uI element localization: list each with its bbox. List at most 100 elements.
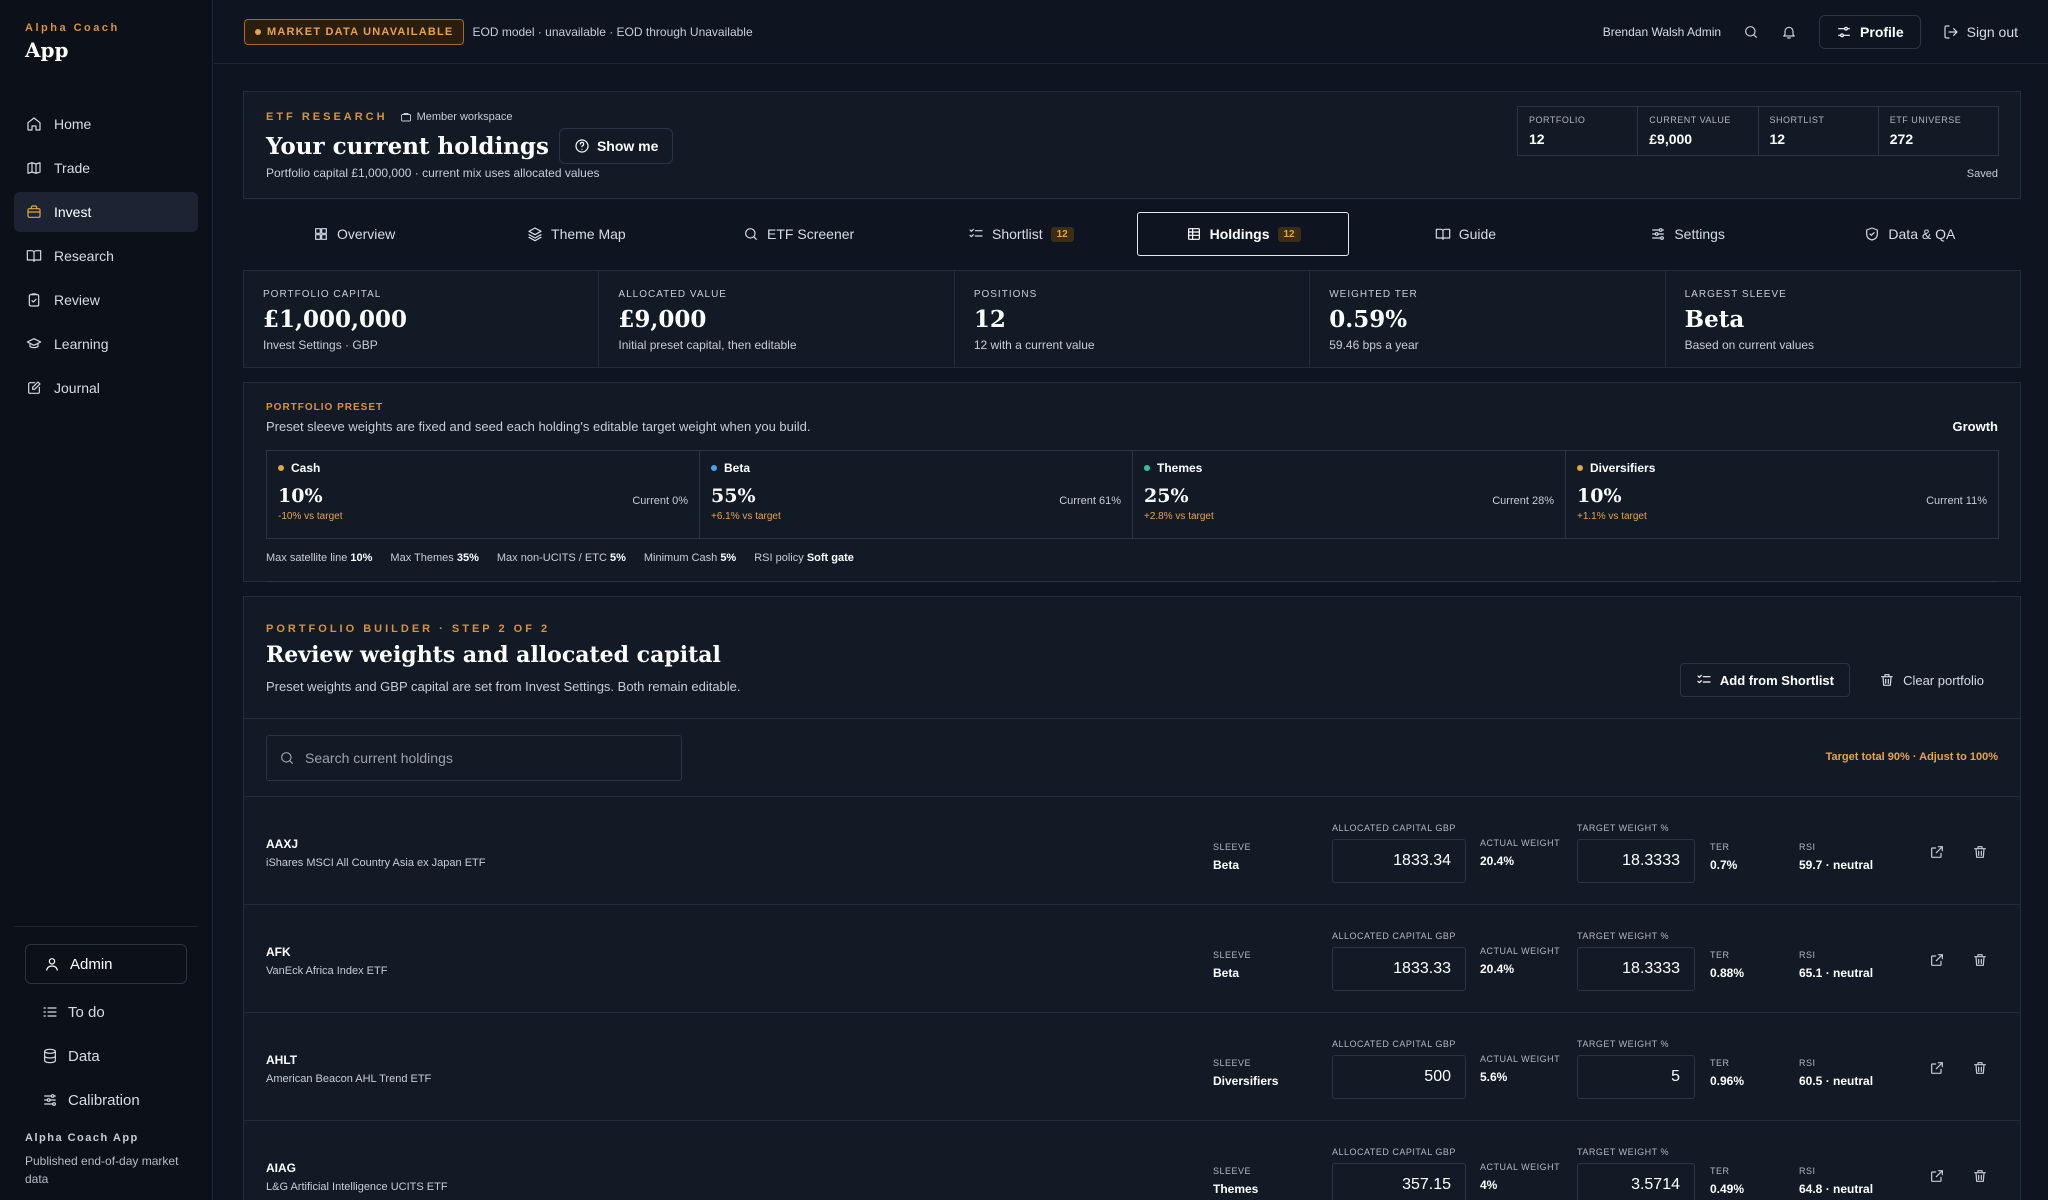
- kpi-note: 59.46 bps a year: [1329, 338, 1419, 352]
- allocated-capital-input[interactable]: [1332, 947, 1466, 991]
- sidebar-item-invest[interactable]: Invest: [14, 192, 198, 232]
- external-link-icon[interactable]: [1929, 1168, 1945, 1184]
- stat-current-value: CURRENT VALUE £9,000: [1638, 107, 1759, 155]
- holding-name: American Beacon AHL Trend ETF: [266, 1073, 432, 1085]
- table-row: AAXJ iShares MSCI All Country Asia ex Ja…: [244, 797, 2020, 905]
- target-weight-input[interactable]: [1577, 1055, 1695, 1099]
- holding-ticker[interactable]: AAXJ: [266, 837, 298, 851]
- tab-theme-map[interactable]: Theme Map: [470, 212, 682, 256]
- limit-value: Soft gate: [806, 552, 854, 564]
- graduation-cap-icon: [26, 336, 42, 352]
- allocated-capital-input[interactable]: [1332, 839, 1466, 883]
- limit-label: Max non-UCITS / ETC: [496, 552, 607, 564]
- sleeve-delta: +6.1% vs target: [711, 511, 781, 522]
- tab-holdings[interactable]: Holdings 12: [1137, 212, 1350, 256]
- sidebar-item-journal[interactable]: Journal: [14, 368, 198, 408]
- kpi-largest-sleeve: LARGEST SLEEVE Beta Based on current val…: [1666, 271, 2020, 367]
- target-weight-cell: TARGET WEIGHT %: [1577, 931, 1695, 991]
- sidebar-item-label: Learning: [54, 336, 109, 352]
- briefcase-icon: [400, 111, 412, 123]
- sidebar-item-todo[interactable]: To do: [42, 990, 140, 1034]
- allocated-capital-input[interactable]: [1332, 1055, 1466, 1099]
- col-label: ACTUAL WEIGHT: [1480, 1054, 1561, 1064]
- tab-data-qa[interactable]: Data & QA: [1804, 212, 2016, 256]
- trash-icon[interactable]: [1972, 1060, 1988, 1076]
- col-label: ACTUAL WEIGHT: [1480, 838, 1561, 848]
- user-icon: [44, 956, 60, 972]
- target-weight-input[interactable]: [1577, 1163, 1695, 1200]
- sleeve-color-dot: [1577, 465, 1583, 471]
- allocated-capital-input[interactable]: [1332, 1163, 1466, 1200]
- search-input[interactable]: [305, 750, 665, 766]
- allocated-capital-cell: ALLOCATED CAPITAL GBP: [1332, 823, 1466, 883]
- ter-value: 0.7%: [1710, 858, 1738, 872]
- tab-settings[interactable]: Settings: [1582, 212, 1794, 256]
- book-open-icon: [1435, 226, 1451, 242]
- summary-stats: PORTFOLIO 12 CURRENT VALUE £9,000 SHORTL…: [1517, 106, 1999, 156]
- trash-icon[interactable]: [1972, 844, 1988, 860]
- sidebar-item-data[interactable]: Data: [42, 1034, 140, 1078]
- trash-icon[interactable]: [1972, 952, 1988, 968]
- sidebar-item-label: Invest: [54, 204, 92, 220]
- main-nav: Home Trade Invest Research Review Learni…: [14, 104, 198, 412]
- holding-ticker[interactable]: AHLT: [266, 1053, 297, 1067]
- kpi-panel: PORTFOLIO CAPITAL £1,000,000 Invest Sett…: [243, 270, 2021, 368]
- search-icon: [279, 750, 295, 766]
- sign-out-button[interactable]: Sign out: [1943, 24, 2018, 40]
- tab-shortlist[interactable]: Shortlist 12: [915, 212, 1127, 256]
- sidebar-item-trade[interactable]: Trade: [14, 148, 198, 188]
- rsi-value: 60.5 · neutral: [1799, 1074, 1874, 1088]
- workspace-tag: Member workspace: [400, 111, 513, 123]
- kpi-note: Initial preset capital, then editable: [618, 338, 797, 352]
- col-label: TER: [1710, 842, 1730, 852]
- sidebar-item-research[interactable]: Research: [14, 236, 198, 276]
- kpi-label: ALLOCATED VALUE: [618, 289, 727, 300]
- sleeve-label: Diversifiers: [1590, 461, 1656, 475]
- holding-name: VanEck Africa Index ETF: [266, 965, 388, 977]
- sidebar-item-learning[interactable]: Learning: [14, 324, 198, 364]
- col-label: SLEEVE: [1213, 842, 1252, 852]
- sleeve-delta: -10% vs target: [278, 511, 343, 522]
- tab-etf-screener[interactable]: ETF Screener: [693, 212, 905, 256]
- sleeve-card-cash: Cash 10% -10% vs target Current 0%: [267, 451, 700, 538]
- trash-icon[interactable]: [1972, 1168, 1988, 1184]
- search-icon[interactable]: [1743, 24, 1759, 40]
- col-label: ALLOCATED CAPITAL GBP: [1332, 1147, 1456, 1157]
- book-icon: [26, 248, 42, 264]
- ter-cell: TER 0.7%: [1710, 842, 1737, 872]
- limit-item: Max non-UCITS / ETC 5%: [497, 552, 626, 564]
- footer-text: Published end-of-day market data: [25, 1154, 179, 1186]
- portfolio-builder-panel: PORTFOLIO BUILDER · STEP 2 OF 2 Review w…: [243, 596, 2021, 1200]
- col-label: SLEEVE: [1213, 950, 1252, 960]
- admin-button[interactable]: Admin: [25, 944, 187, 984]
- holdings-count-badge: 12: [1277, 226, 1301, 242]
- tab-guide[interactable]: Guide: [1359, 212, 1571, 256]
- external-link-icon[interactable]: [1929, 1060, 1945, 1076]
- brand-logo[interactable]: Alpha Coach App: [25, 22, 120, 62]
- holding-ticker[interactable]: AFK: [266, 945, 291, 959]
- sidebar-item-calibration[interactable]: Calibration: [42, 1078, 140, 1122]
- col-label: TARGET WEIGHT %: [1577, 823, 1670, 833]
- limit-value: 10%: [350, 552, 373, 564]
- search-field[interactable]: [266, 735, 682, 781]
- bell-icon[interactable]: [1781, 24, 1797, 40]
- external-link-icon[interactable]: [1929, 844, 1945, 860]
- show-me-button[interactable]: Show me: [558, 128, 674, 164]
- target-weight-input[interactable]: [1577, 839, 1695, 883]
- target-weight-input[interactable]: [1577, 947, 1695, 991]
- add-from-shortlist-button[interactable]: Add from Shortlist: [1679, 663, 1850, 697]
- sidebar-item-review[interactable]: Review: [14, 280, 198, 320]
- preset-limits: Max satellite line 10% Max Themes 35% Ma…: [266, 552, 854, 564]
- sleeve-cell: SLEEVE Beta: [1213, 842, 1251, 872]
- tab-label: Overview: [336, 226, 396, 242]
- tab-overview[interactable]: Overview: [248, 212, 460, 256]
- external-link-icon[interactable]: [1929, 952, 1945, 968]
- clear-portfolio-button[interactable]: Clear portfolio: [1879, 663, 1984, 697]
- profile-button[interactable]: Profile: [1819, 14, 1921, 49]
- sidebar-item-home[interactable]: Home: [14, 104, 198, 144]
- kpi-portfolio-capital: PORTFOLIO CAPITAL £1,000,000 Invest Sett…: [244, 271, 600, 367]
- holding-ticker[interactable]: AIAG: [266, 1161, 296, 1175]
- ter-cell: TER 0.96%: [1710, 1058, 1744, 1088]
- holding-name: L&G Artificial Intelligence UCITS ETF: [266, 1181, 448, 1193]
- sleeve-label: Cash: [291, 461, 321, 475]
